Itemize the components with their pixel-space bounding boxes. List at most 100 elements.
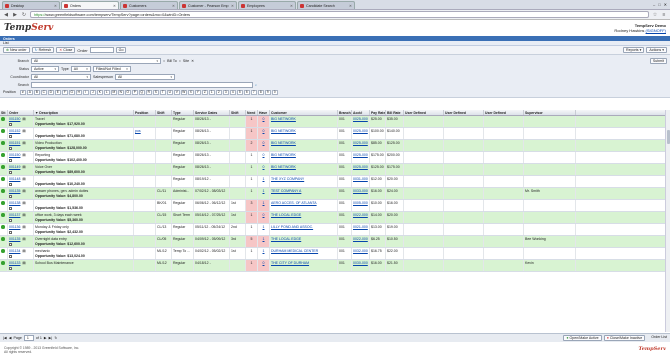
letter-filter-button[interactable]: M	[110, 89, 117, 95]
cell-order[interactable]: 001138 ▤	[8, 200, 34, 211]
cell-acct[interactable]: 0025-000	[352, 116, 370, 127]
column-header[interactable]: Shift	[156, 110, 172, 115]
letter-filter-button[interactable]: 5	[236, 89, 243, 95]
first-page-icon[interactable]: |◀	[3, 336, 7, 340]
letter-filter-button[interactable]: 1	[208, 89, 215, 95]
print-icon[interactable]: ▤	[22, 117, 25, 121]
column-header[interactable]: User Defined	[484, 110, 524, 115]
cell-have[interactable]: 0	[258, 212, 270, 223]
print-icon[interactable]: ▤	[22, 225, 25, 229]
print-icon[interactable]: ▤	[22, 141, 25, 145]
column-header[interactable]: User Defined	[444, 110, 484, 115]
cell-have[interactable]: 0	[258, 152, 270, 163]
filled-select[interactable]: Filled/Not Filled	[92, 66, 131, 72]
browser-tab[interactable]: Orders ✕	[61, 1, 119, 9]
grid-scrollbar[interactable]	[665, 110, 670, 332]
minimize-icon[interactable]: –	[653, 2, 655, 7]
url-field[interactable]: https:// www.greenfieldsoftware.com/temp…	[30, 11, 649, 18]
letter-filter-button[interactable]: G	[68, 89, 75, 95]
letter-filter-button[interactable]: C	[40, 89, 47, 95]
cell-pos[interactable]	[134, 116, 156, 127]
cell-order[interactable]: 001150 ▤	[8, 152, 34, 163]
clear-icon[interactable]: ✕	[191, 59, 194, 63]
cell-customer[interactable]: BIG NETWORK	[270, 152, 338, 163]
table-row[interactable]: 001133 ▤ School Bus Maintenance ML/12 Regula…	[0, 260, 665, 272]
letter-filter-button[interactable]: D	[47, 89, 54, 95]
table-row[interactable]: 001138 ▤ Opportunity Value: $1,536.00 BK/01…	[0, 200, 665, 212]
salesperson-select[interactable]: All	[114, 74, 175, 80]
browser-tab[interactable]: Desktop ✕	[2, 1, 60, 9]
letter-filter-button[interactable]: X	[187, 89, 194, 95]
page-input[interactable]: 1	[23, 335, 34, 341]
column-header[interactable]: Order	[8, 110, 34, 115]
cell-have[interactable]: 1	[258, 200, 270, 211]
row-checkbox[interactable]	[9, 219, 12, 222]
tab-close-icon[interactable]: ✕	[290, 4, 293, 8]
cell-acct[interactable]: 0033-000	[352, 188, 370, 199]
cell-have[interactable]: 1	[258, 224, 270, 235]
row-checkbox[interactable]	[9, 171, 12, 174]
browser-tab[interactable]: Candidate Search ✕	[297, 1, 355, 9]
row-checkbox[interactable]	[9, 267, 12, 270]
menu-icon[interactable]: ≡	[661, 12, 667, 18]
type-select[interactable]: All	[70, 66, 91, 72]
star-icon[interactable]: ☆	[652, 12, 658, 18]
print-icon[interactable]: ▤	[22, 177, 25, 181]
cell-have[interactable]: 1	[258, 176, 270, 187]
cell-order[interactable]: 001135 ▤	[8, 188, 34, 199]
print-icon[interactable]: ▤	[22, 213, 25, 217]
cell-acct[interactable]: 0025-000	[352, 140, 370, 151]
cell-have[interactable]: 1	[258, 188, 270, 199]
letter-filter-button[interactable]: N	[117, 89, 124, 95]
column-header[interactable]: Customer	[270, 110, 338, 115]
status-select[interactable]: Active	[31, 66, 59, 72]
table-row[interactable]: 001148 ▤ Opportunity Value: $10,240.00 Regu…	[0, 176, 665, 188]
letter-filter-button[interactable]: 9	[264, 89, 271, 95]
cell-order[interactable]: 001136 ▤	[8, 224, 34, 235]
cell-customer[interactable]: LILLY POND AND ASSOC.	[270, 224, 338, 235]
bill-to-radio[interactable]: ○	[163, 59, 165, 63]
cell-pos[interactable]	[134, 236, 156, 247]
row-checkbox[interactable]	[9, 195, 12, 198]
letter-filter-button[interactable]: Q	[138, 89, 145, 95]
cell-order[interactable]: 001134 ▤	[8, 248, 34, 259]
letter-filter-button[interactable]: K	[96, 89, 103, 95]
cell-pos[interactable]	[134, 140, 156, 151]
table-row[interactable]: 001137 ▤ office work, 3 days each week Oppo…	[0, 212, 665, 224]
column-header[interactable]: Supervisor	[524, 110, 576, 115]
table-row[interactable]: 001149 ▤ Voice Over Opportunity Value: $89,…	[0, 164, 665, 176]
tab-close-icon[interactable]: ✕	[172, 4, 175, 8]
column-header[interactable]: Position	[134, 110, 156, 115]
cell-acct[interactable]: 0032-000	[352, 248, 370, 259]
cell-customer[interactable]: DURHAM MEDICAL CENTER	[270, 248, 338, 259]
site-radio[interactable]: ○	[179, 59, 181, 63]
row-checkbox[interactable]	[9, 231, 12, 234]
letter-filter-button[interactable]: V	[173, 89, 180, 95]
cell-have[interactable]: 0	[258, 260, 270, 271]
cell-order[interactable]: 001149 ▤	[8, 164, 34, 175]
row-checkbox[interactable]	[9, 147, 12, 150]
letter-filter-button[interactable]: Y	[194, 89, 201, 95]
cell-customer[interactable]: BIG NETWORK	[270, 140, 338, 151]
letter-filter-button[interactable]: #	[19, 89, 26, 95]
letter-filter-button[interactable]: L	[103, 89, 110, 95]
table-row[interactable]: 001135 ▤ answer phones, gen. admin duties O…	[0, 188, 665, 200]
cell-have[interactable]: 0	[258, 128, 270, 139]
browser-tab[interactable]: Customer - Pearson Emp ✕	[179, 1, 237, 9]
cell-pos[interactable]	[134, 260, 156, 271]
row-checkbox[interactable]	[9, 207, 12, 210]
column-header[interactable]: ▼ Description	[34, 110, 134, 115]
next-page-icon[interactable]: ▶	[44, 336, 47, 340]
browser-tab[interactable]: Customers ✕	[120, 1, 178, 9]
app-logo[interactable]: TempServ	[4, 23, 53, 33]
letter-filter-button[interactable]: 0	[271, 89, 278, 95]
row-checkbox[interactable]	[9, 183, 12, 186]
cell-order[interactable]: 001150 ▤	[8, 116, 34, 127]
cell-order[interactable]: 001151 ▤	[8, 140, 34, 151]
cell-pos[interactable]	[134, 152, 156, 163]
search-icon[interactable]: ⌕	[255, 83, 257, 87]
subnav-list[interactable]: List	[3, 41, 9, 45]
cell-pos[interactable]	[134, 248, 156, 259]
letter-filter-button[interactable]: 3	[222, 89, 229, 95]
letter-filter-button[interactable]: O	[124, 89, 131, 95]
